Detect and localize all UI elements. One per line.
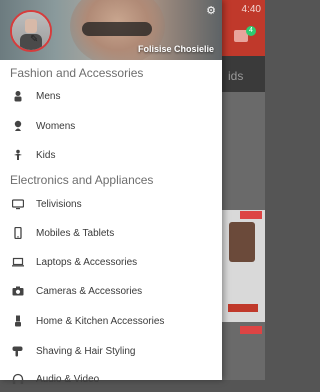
menu-label: Shaving & Hair Styling: [36, 346, 136, 357]
menu-item-kids[interactable]: Kids: [0, 146, 222, 168]
menu-item-mobiles-tablets[interactable]: Mobiles & Tablets: [0, 224, 222, 246]
section-title-electronics: Electronics and Appliances: [10, 173, 154, 187]
kid-icon: [11, 149, 25, 163]
tab-kids[interactable]: ids: [228, 69, 243, 83]
menu-item-mens[interactable]: Mens: [0, 87, 222, 109]
navigation-drawer: ✎ ⚙ Folisise Chosielie Fashion and Acces…: [0, 0, 222, 385]
menu-label: Mens: [36, 91, 61, 102]
discount-badge: [240, 211, 262, 219]
cart-badge: 4: [246, 26, 256, 36]
blender-icon: [11, 315, 25, 329]
drawer-header: ✎ ⚙ Folisise Chosielie: [0, 0, 222, 60]
camera-icon: [11, 285, 25, 299]
tv-icon: [11, 198, 25, 212]
gear-icon[interactable]: ⚙: [206, 6, 216, 17]
man-icon: [11, 90, 25, 104]
product-image: [229, 222, 255, 262]
user-name: Folisise Chosielie: [137, 44, 214, 54]
woman-icon: [11, 120, 25, 134]
menu-label: Home & Kitchen Accessories: [36, 316, 165, 327]
laptop-icon: [11, 256, 25, 270]
menu-label: Kids: [36, 150, 56, 161]
edit-avatar-icon[interactable]: ✎: [30, 34, 42, 46]
menu-item-cameras[interactable]: Cameras & Accessories: [0, 282, 222, 304]
discount-badge: [240, 326, 262, 334]
menu-label: Telivisions: [36, 199, 82, 210]
menu-item-womens[interactable]: Womens: [0, 117, 222, 139]
menu-item-laptops[interactable]: Laptops & Accessories: [0, 253, 222, 275]
menu-item-home-kitchen[interactable]: Home & Kitchen Accessories: [0, 312, 222, 334]
header-background-glasses: [82, 22, 152, 36]
menu-label: Mobiles & Tablets: [36, 228, 115, 239]
section-title-fashion: Fashion and Accessories: [10, 66, 144, 80]
menu-item-telivisions[interactable]: Telivisions: [0, 195, 222, 217]
status-bar: 4:40: [222, 0, 265, 22]
menu-item-audio-video[interactable]: Audio & Video: [0, 370, 222, 392]
hairdryer-icon: [11, 345, 25, 359]
menu-item-shaving[interactable]: Shaving & Hair Styling: [0, 342, 222, 364]
mobile-icon: [11, 226, 25, 241]
headphones-icon: [11, 373, 25, 387]
add-to-cart-button[interactable]: [228, 304, 258, 312]
menu-label: Laptops & Accessories: [36, 257, 138, 268]
menu-label: Cameras & Accessories: [36, 286, 143, 297]
menu-label: Womens: [36, 121, 76, 132]
status-time: 4:40: [241, 4, 261, 15]
